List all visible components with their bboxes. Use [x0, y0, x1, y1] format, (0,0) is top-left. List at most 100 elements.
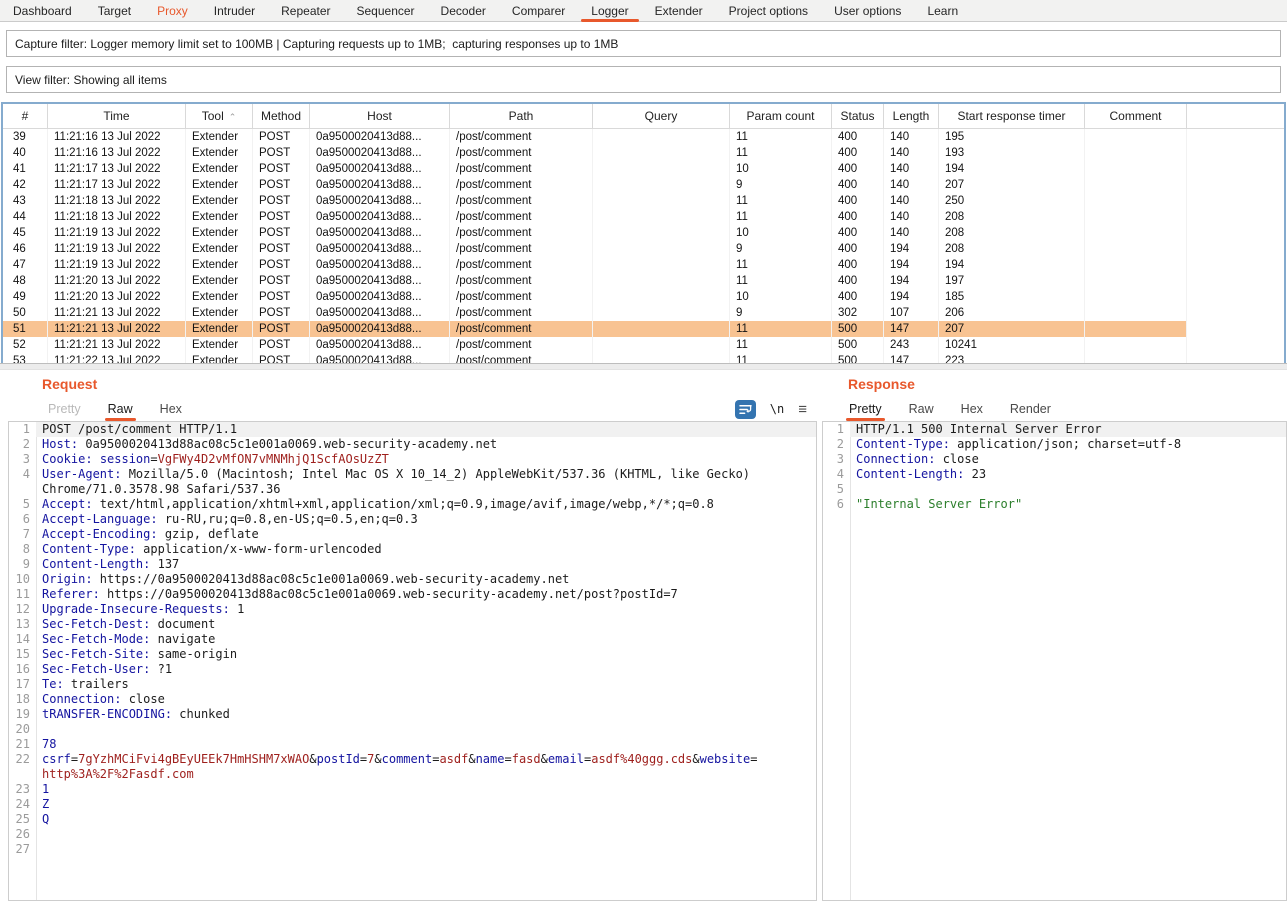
table-row-43[interactable]: 4311:21:18 13 Jul 2022ExtenderPOST0a9500…	[3, 193, 1284, 209]
table-row-44[interactable]: 4411:21:18 13 Jul 2022ExtenderPOST0a9500…	[3, 209, 1284, 225]
col-header-query[interactable]: Query	[593, 104, 730, 128]
response-tab-raw[interactable]: Raw	[909, 397, 934, 421]
cell-host: 0a9500020413d88...	[310, 209, 450, 225]
request-tab-pretty[interactable]: Pretty	[48, 397, 81, 421]
request-tab-hex[interactable]: Hex	[160, 397, 182, 421]
cell-status: 400	[832, 289, 884, 305]
code-line-text: 78	[42, 737, 759, 752]
response-tab-hex[interactable]: Hex	[961, 397, 983, 421]
word-wrap-button[interactable]	[735, 400, 756, 419]
cell-tool: Extender	[186, 209, 253, 225]
col-header-time[interactable]: Time	[48, 104, 186, 128]
cell-comment	[1085, 193, 1187, 209]
table-row-45[interactable]: 4511:21:19 13 Jul 2022ExtenderPOST0a9500…	[3, 225, 1284, 241]
menu-tab-extender[interactable]: Extender	[642, 0, 716, 21]
table-row-42[interactable]: 4211:21:17 13 Jul 2022ExtenderPOST0a9500…	[3, 177, 1284, 193]
col-header-comment[interactable]: Comment	[1085, 104, 1187, 128]
cell-length: 194	[884, 289, 939, 305]
table-row-41[interactable]: 4111:21:17 13 Jul 2022ExtenderPOST0a9500…	[3, 161, 1284, 177]
code-line-text: Sec-Fetch-Site: same-origin	[42, 647, 759, 662]
cell-num: 41	[3, 161, 48, 177]
cell-length: 140	[884, 145, 939, 161]
menu-tab-proxy[interactable]: Proxy	[144, 0, 201, 21]
response-tab-render[interactable]: Render	[1010, 397, 1051, 421]
request-editor[interactable]: 1POST /post/comment HTTP/1.12Host: 0a950…	[8, 421, 817, 901]
menu-tab-dashboard[interactable]: Dashboard	[0, 0, 85, 21]
table-row-46[interactable]: 4611:21:19 13 Jul 2022ExtenderPOST0a9500…	[3, 241, 1284, 257]
cell-filler	[1187, 177, 1284, 193]
table-row-47[interactable]: 4711:21:19 13 Jul 2022ExtenderPOST0a9500…	[3, 257, 1284, 273]
table-row-49[interactable]: 4911:21:20 13 Jul 2022ExtenderPOST0a9500…	[3, 289, 1284, 305]
code-line-text: Accept-Language: ru-RU,ru;q=0.8,en-US;q=…	[42, 512, 759, 527]
col-header-path[interactable]: Path	[450, 104, 593, 128]
col-header-host[interactable]: Host	[310, 104, 450, 128]
cell-path: /post/comment	[450, 209, 593, 225]
col-header-status[interactable]: Status	[832, 104, 884, 128]
code-line: 12Upgrade-Insecure-Requests: 1	[9, 602, 816, 617]
response-tab-pretty[interactable]: Pretty	[849, 397, 882, 421]
cell-time: 11:21:18 13 Jul 2022	[48, 209, 186, 225]
code-line: 18Connection: close	[9, 692, 816, 707]
col-header-num[interactable]: #	[3, 104, 48, 128]
cell-method: POST	[253, 129, 310, 145]
view-filter-bar[interactable]: View filter: Showing all items	[6, 66, 1281, 93]
response-editor[interactable]: 1HTTP/1.1 500 Internal Server Error2Cont…	[822, 421, 1287, 901]
response-title: Response	[822, 369, 1287, 397]
request-title: Request	[8, 369, 817, 397]
table-row-39[interactable]: 3911:21:16 13 Jul 2022ExtenderPOST0a9500…	[3, 129, 1284, 145]
menu-tab-user-options[interactable]: User options	[821, 0, 914, 21]
table-row-48[interactable]: 4811:21:20 13 Jul 2022ExtenderPOST0a9500…	[3, 273, 1284, 289]
request-tab-raw[interactable]: Raw	[108, 397, 133, 421]
editor-menu-icon[interactable]: ≡	[798, 402, 807, 417]
line-number: 6	[9, 512, 36, 527]
menu-tab-comparer[interactable]: Comparer	[499, 0, 578, 21]
cell-method: POST	[253, 241, 310, 257]
col-header-tool[interactable]: Tool⌃	[186, 104, 253, 128]
code-line-text: Z	[42, 797, 759, 812]
cell-param-count: 11	[730, 337, 832, 353]
menu-tab-learn[interactable]: Learn	[914, 0, 971, 21]
cell-path: /post/comment	[450, 289, 593, 305]
cell-length: 194	[884, 241, 939, 257]
menu-tab-target[interactable]: Target	[85, 0, 144, 21]
code-line-text: Sec-Fetch-Mode: navigate	[42, 632, 759, 647]
col-header-start-response-timer[interactable]: Start response timer	[939, 104, 1085, 128]
code-line-text: Content-Type: application/json; charset=…	[856, 437, 1286, 452]
line-number: 13	[9, 617, 36, 632]
line-number: 19	[9, 707, 36, 722]
cell-start-response-timer: 207	[939, 321, 1085, 337]
cell-param-count: 11	[730, 321, 832, 337]
cell-param-count: 11	[730, 193, 832, 209]
cell-start-response-timer: 208	[939, 225, 1085, 241]
menu-tab-repeater[interactable]: Repeater	[268, 0, 343, 21]
col-header-param-count[interactable]: Param count	[730, 104, 832, 128]
cell-path: /post/comment	[450, 193, 593, 209]
cell-start-response-timer: 206	[939, 305, 1085, 321]
cell-num: 44	[3, 209, 48, 225]
line-number: 3	[9, 452, 36, 467]
cell-time: 11:21:21 13 Jul 2022	[48, 337, 186, 353]
cell-status: 400	[832, 177, 884, 193]
cell-tool: Extender	[186, 177, 253, 193]
table-row-51[interactable]: 5111:21:21 13 Jul 2022ExtenderPOST0a9500…	[3, 321, 1284, 337]
cell-tool: Extender	[186, 193, 253, 209]
table-row-40[interactable]: 4011:21:16 13 Jul 2022ExtenderPOST0a9500…	[3, 145, 1284, 161]
table-row-50[interactable]: 5011:21:21 13 Jul 2022ExtenderPOST0a9500…	[3, 305, 1284, 321]
menu-tab-sequencer[interactable]: Sequencer	[344, 0, 428, 21]
menu-tab-decoder[interactable]: Decoder	[428, 0, 499, 21]
col-header-label: Tool	[202, 109, 224, 123]
code-line: 1HTTP/1.1 500 Internal Server Error	[823, 422, 1286, 437]
col-header-length[interactable]: Length	[884, 104, 939, 128]
menu-tab-logger[interactable]: Logger	[578, 0, 641, 21]
col-header-method[interactable]: Method	[253, 104, 310, 128]
capture-filter-bar[interactable]: Capture filter: Logger memory limit set …	[6, 30, 1281, 57]
cell-num: 39	[3, 129, 48, 145]
menu-tab-intruder[interactable]: Intruder	[201, 0, 268, 21]
cell-tool: Extender	[186, 225, 253, 241]
cell-length: 147	[884, 321, 939, 337]
table-row-52[interactable]: 5211:21:21 13 Jul 2022ExtenderPOST0a9500…	[3, 337, 1284, 353]
cell-method: POST	[253, 257, 310, 273]
menu-tab-project-options[interactable]: Project options	[716, 0, 821, 21]
newline-toggle[interactable]: \n	[770, 402, 784, 416]
code-line-text: Content-Length: 23	[856, 467, 1286, 482]
